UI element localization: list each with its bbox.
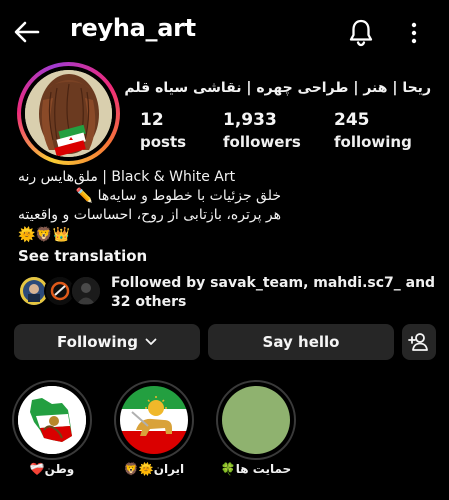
highlight-label: ایران🌞🦁 (123, 462, 185, 476)
highlight-label: حمایت ها🍀 (220, 462, 292, 476)
bio-line: هر پرتره، بازتابی از روح، احساسات و واقع… (18, 207, 282, 223)
bio-line: خلق جزئیات با خطوط و سایه‌ها ✏️ (75, 188, 282, 204)
followed-by-row[interactable]: Followed by savak_team, mahdi.sc7_ and 3… (18, 274, 438, 314)
following-count: 245 (334, 110, 370, 130)
chevron-down-icon (145, 338, 157, 345)
followers-label: followers (223, 133, 301, 151)
add-user-button[interactable] (402, 324, 436, 360)
highlight-label: وطن❤️‍🩹 (29, 462, 75, 476)
bell-icon[interactable] (346, 16, 376, 48)
profile-full-name: ریحا | هنر | طراحی چهره | نقاشی سیاه قلم (124, 80, 431, 96)
arrow-left-icon[interactable] (12, 17, 42, 47)
highlight-cover (18, 386, 86, 454)
profile-avatar[interactable] (17, 62, 120, 165)
follower-avatar (70, 275, 102, 307)
followers-count: 1,933 (223, 110, 277, 130)
posts-count: 12 (140, 110, 164, 130)
following-button[interactable]: Following (14, 324, 200, 360)
add-user-icon (408, 333, 428, 351)
see-translation-link[interactable]: See translation (18, 247, 147, 265)
say-hello-button[interactable]: Say hello (208, 324, 394, 360)
profile-bio: هنر سیاه‌قلم | Black & White Art خلق جزئ… (18, 168, 281, 245)
avatar-image (25, 70, 112, 157)
profile-username: reyha_art (70, 14, 196, 42)
highlight-cover (120, 386, 188, 454)
bio-emojis: 🌞🦁👑 (18, 227, 71, 243)
say-hello-label: Say hello (262, 333, 340, 351)
highlight-watan[interactable] (12, 380, 92, 460)
following-label: Following (57, 333, 138, 351)
highlight-cover (222, 386, 290, 454)
stat-followers[interactable]: 1,933 followers (223, 109, 301, 153)
more-vertical-icon[interactable] (400, 18, 428, 48)
stat-following[interactable]: 245 following (334, 109, 412, 153)
highlight-iran[interactable] (114, 380, 194, 460)
highlight-support[interactable] (216, 380, 296, 460)
stat-posts[interactable]: 12 posts (140, 109, 186, 153)
followed-by-text: Followed by savak_team, mahdi.sc7_ and 3… (111, 275, 436, 310)
top-bar: reyha_art (0, 0, 449, 64)
posts-label: posts (140, 133, 187, 151)
following-label: following (334, 133, 412, 151)
bio-line: هنر سیاه‌قلم | Black & White Art (18, 169, 236, 185)
